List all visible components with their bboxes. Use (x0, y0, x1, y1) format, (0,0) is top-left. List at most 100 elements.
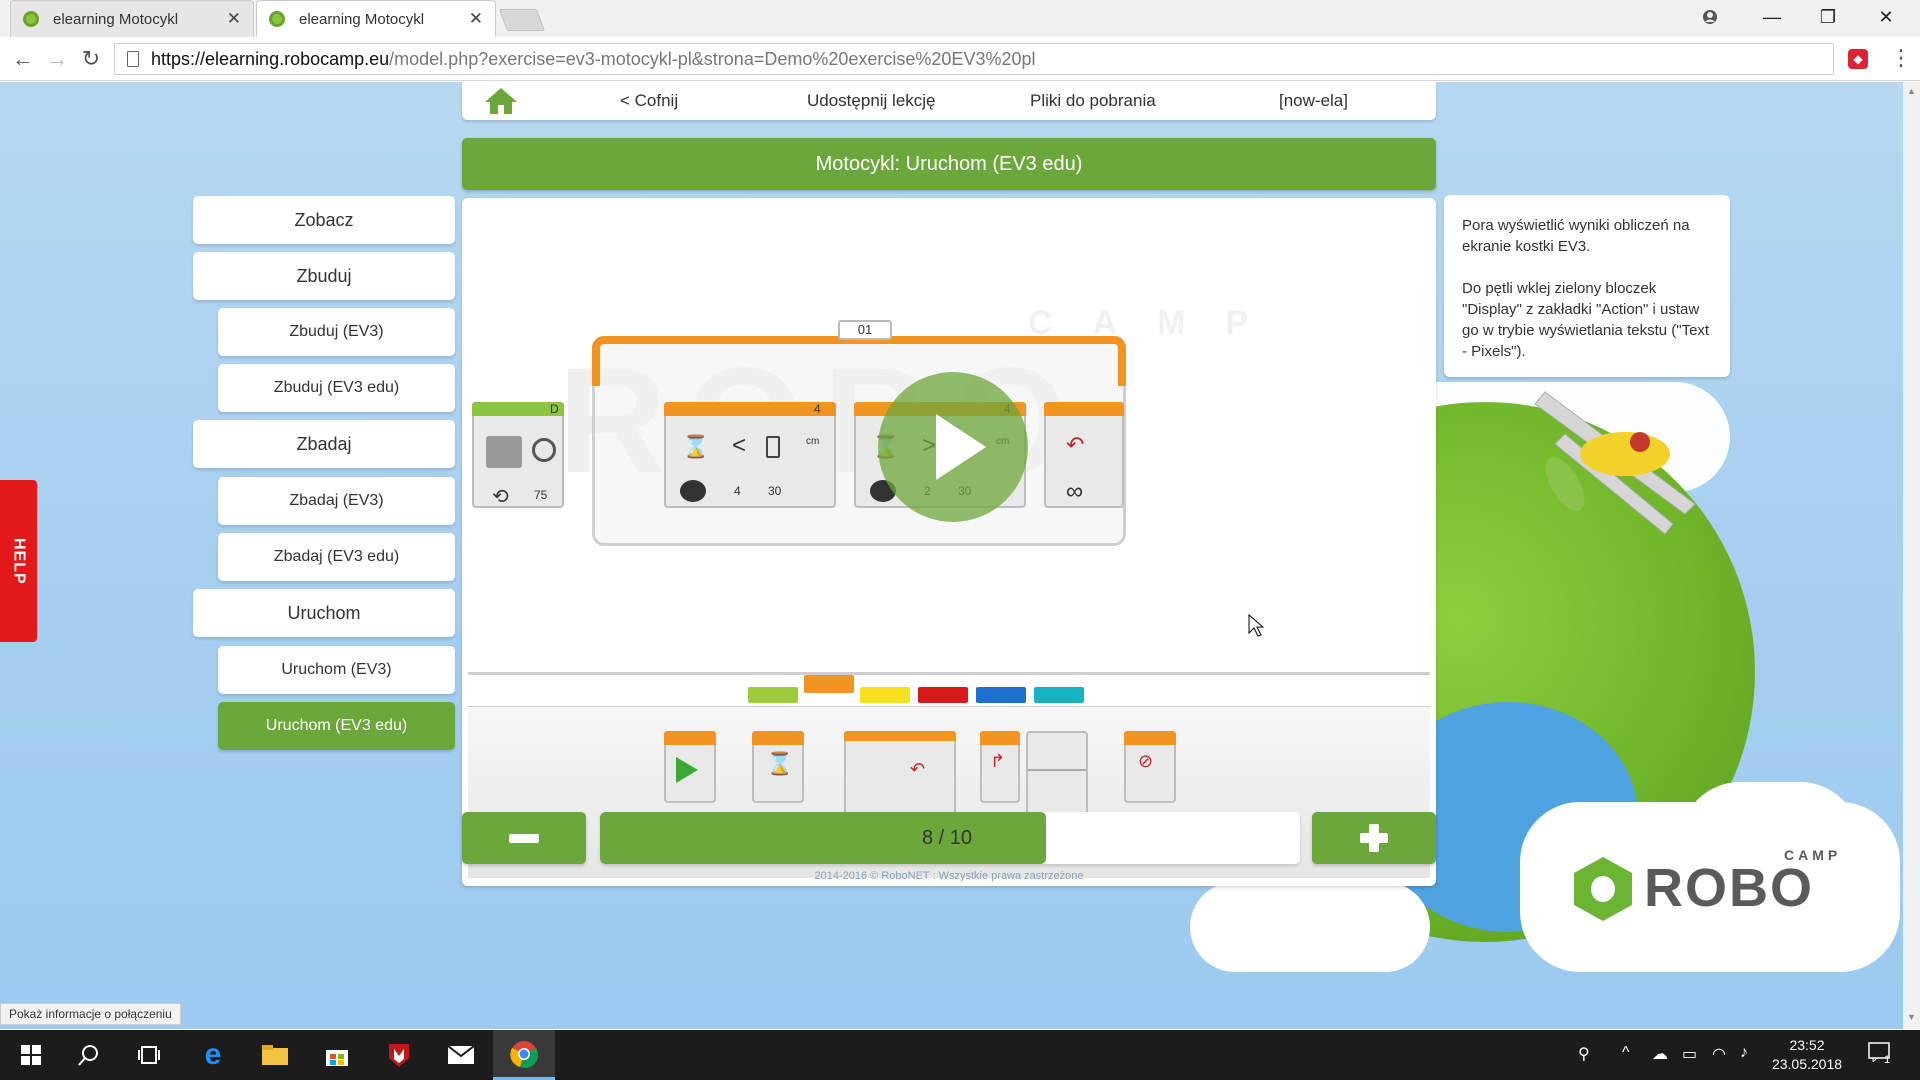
palette-tab-data[interactable] (918, 687, 968, 703)
minimize-window-button[interactable]: — (1744, 0, 1800, 34)
palette-loop-interrupt-block[interactable]: ↱ (980, 731, 1020, 803)
show-hidden-icons-icon[interactable]: ^ (1622, 1044, 1630, 1062)
start-button-windows-icon[interactable] (0, 1030, 62, 1080)
previous-step-button[interactable] (462, 812, 586, 864)
search-icon[interactable] (58, 1030, 120, 1080)
robocamp-logo: CAMP ROBO (1572, 845, 1862, 935)
scroll-up-icon[interactable]: ▲ (1907, 86, 1916, 96)
page-scrollbar[interactable]: ▲ ▼ (1903, 82, 1920, 1029)
threshold-value: 30 (768, 484, 782, 498)
extension-icon[interactable]: ◆ (1848, 49, 1868, 69)
help-tab[interactable]: HELP (0, 480, 37, 642)
browser-tab[interactable]: elearning Motocykl ✕ (10, 0, 254, 37)
user-link[interactable]: [now-ela] (1279, 91, 1348, 111)
palette-wait-block[interactable]: ⌛ (752, 731, 804, 803)
mcafee-icon[interactable] (368, 1030, 430, 1080)
share-lesson-link[interactable]: Udostępnij lekcję (807, 91, 936, 111)
speed-dial-icon (532, 438, 556, 462)
palette-interrupt-block[interactable]: ⊘ (1124, 731, 1176, 803)
program-panel: ROBO CAMP 01 D ⟲ 75 4 ⌛ < (462, 198, 1436, 886)
close-window-button[interactable]: ✕ (1858, 0, 1914, 34)
palette-tab-flow[interactable] (804, 675, 854, 693)
cloud-decoration (1190, 882, 1430, 972)
edge-browser-icon[interactable]: e (182, 1030, 244, 1080)
restore-window-button[interactable]: ❐ (1800, 0, 1856, 34)
next-step-button[interactable] (1312, 812, 1436, 864)
palette-tab-advanced[interactable] (976, 687, 1026, 703)
lesson-title: Motocykl: Uruchom (EV3 edu) (462, 138, 1436, 190)
lesson-top-nav: < Cofnij Udostępnij lekcję Pliki do pobr… (462, 82, 1436, 120)
robocamp-favicon-icon (23, 11, 39, 27)
action-center-icon[interactable]: 1 (1868, 1042, 1890, 1067)
back-link[interactable]: < Cofnij (620, 91, 678, 111)
menu-item-zbadaj-ev3[interactable]: Zbadaj (EV3) (218, 477, 455, 525)
task-view-icon[interactable] (118, 1030, 180, 1080)
downloads-link[interactable]: Pliki do pobrania (1030, 91, 1156, 111)
wifi-icon[interactable]: ◠ (1712, 1044, 1726, 1064)
new-tab-button[interactable] (498, 9, 546, 31)
instructions-paragraph: Do pętli wklej zielony bloczek "Display"… (1462, 280, 1710, 360)
menu-item-zbuduj-ev3[interactable]: Zbuduj (EV3) (218, 308, 455, 356)
mail-icon[interactable] (430, 1030, 492, 1080)
palette-switch-block[interactable] (1026, 731, 1088, 817)
play-overlay-button[interactable] (878, 372, 1028, 522)
infinity-icon: ∞ (1066, 478, 1084, 505)
program-canvas[interactable]: ROBO CAMP 01 D ⟲ 75 4 ⌛ < (468, 204, 1430, 672)
loop-end-block[interactable]: ↶ ∞ (1044, 402, 1124, 508)
hourglass-icon: ⌛ (766, 751, 794, 776)
tab-close-icon[interactable]: ✕ (227, 9, 241, 29)
menu-item-zobacz[interactable]: Zobacz (193, 196, 455, 244)
palette-tab-sensor[interactable] (860, 687, 910, 703)
logo-robo-text: ROBO (1644, 858, 1814, 918)
logo-hexagon-icon (1574, 857, 1632, 921)
address-bar[interactable]: https://elearning.robocamp.eu/model.php?… (114, 43, 1834, 75)
interrupt-icon: ⊘ (1138, 751, 1154, 771)
browser-tab-active[interactable]: elearning Motocykl ✕ (256, 0, 496, 37)
menu-item-uruchom-ev3-edu[interactable]: Uruchom (EV3 edu) (218, 702, 455, 750)
url-host: https://elearning.robocamp.eu (151, 48, 390, 69)
palette-loop-block[interactable]: ↶ (844, 731, 956, 817)
sensor-icon (766, 436, 780, 458)
menu-item-zbuduj-ev3-edu[interactable]: Zbuduj (EV3 edu) (218, 364, 455, 412)
chrome-taskbar-icon[interactable] (493, 1030, 555, 1080)
palette-tab-action[interactable] (748, 687, 798, 703)
loop-arrow-icon: ↶ (1066, 432, 1085, 457)
play-icon (936, 414, 986, 480)
menu-item-uruchom-ev3[interactable]: Uruchom (EV3) (218, 646, 455, 694)
battery-icon[interactable]: ▭ (1682, 1044, 1697, 1064)
palette-category-tabs (468, 672, 1430, 706)
palette-start-block[interactable] (664, 731, 716, 803)
menu-item-uruchom[interactable]: Uruchom (193, 589, 455, 637)
reload-icon[interactable]: ↻ (76, 44, 106, 74)
page-viewport: CAMP ROBO < Cofnij Udostępnij lekcję Pli… (0, 82, 1920, 1029)
windows-taskbar: e ⚲ ^ ☁ ▭ ◠ ♪ 23:52 23.05.2018 1 (0, 1030, 1920, 1080)
wait-ultrasonic-block[interactable]: 4 ⌛ < cm 4 30 (664, 402, 836, 508)
page-info-icon[interactable] (127, 51, 139, 67)
compare-operator: < (732, 432, 747, 459)
back-arrow-icon[interactable]: ← (8, 44, 38, 74)
home-icon[interactable] (484, 86, 518, 116)
menu-item-zbuduj[interactable]: Zbuduj (193, 252, 455, 300)
onedrive-icon[interactable]: ☁ (1652, 1044, 1668, 1064)
clock-date: 23.05.2018 (1771, 1056, 1843, 1072)
loop-top-bar (592, 336, 1126, 386)
tab-close-icon[interactable]: ✕ (469, 9, 483, 29)
taskbar-clock[interactable]: 23:52 23.05.2018 (1762, 1036, 1852, 1074)
menu-item-zbadaj-ev3-edu[interactable]: Zbadaj (EV3 edu) (218, 533, 455, 581)
palette-tab-myblocks[interactable] (1034, 687, 1084, 703)
profile-icon[interactable] (1682, 0, 1738, 34)
file-explorer-icon[interactable] (244, 1030, 306, 1080)
browser-menu-icon[interactable]: ⋮ (1890, 45, 1912, 71)
forward-arrow-icon[interactable]: → (42, 44, 72, 74)
plus-icon (1360, 824, 1388, 852)
loop-label[interactable]: 01 (838, 320, 892, 340)
browser-toolbar: ← → ↻ https://elearning.robocamp.eu/mode… (0, 37, 1920, 81)
volume-icon[interactable]: ♪ (1740, 1044, 1748, 1062)
menu-item-zbadaj[interactable]: Zbadaj (193, 420, 455, 468)
browser-tab-strip: elearning Motocykl ✕ elearning Motocykl … (0, 0, 1920, 37)
store-icon[interactable] (306, 1030, 368, 1080)
scroll-down-icon[interactable]: ▼ (1907, 1012, 1916, 1022)
motor-block[interactable]: D ⟲ 75 (472, 402, 564, 508)
people-icon[interactable]: ⚲ (1578, 1044, 1590, 1064)
sensor-port-label: 4 (814, 402, 821, 416)
